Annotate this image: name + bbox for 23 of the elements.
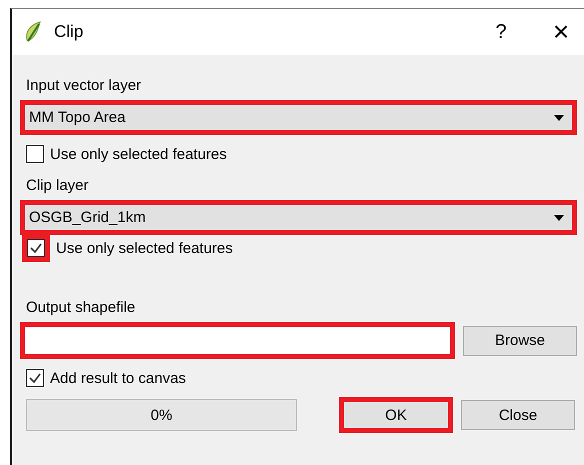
close-button[interactable]: × — [536, 16, 584, 48]
checkmark-icon — [28, 371, 42, 385]
browse-button[interactable]: Browse — [463, 326, 577, 356]
checkbox[interactable] — [26, 369, 44, 387]
layer-dropdown[interactable]: MM Topo Area — [20, 100, 577, 135]
field-label: Clip layer — [26, 177, 90, 194]
close-dialog-button[interactable]: Close — [461, 400, 575, 430]
field-label: Input vector layer — [26, 77, 142, 94]
checkbox-label: Use only selected features — [56, 240, 233, 256]
field-label: Output shapefile — [26, 299, 136, 316]
window-title: Clip — [54, 22, 84, 42]
output-path-field[interactable] — [20, 322, 455, 359]
caret-icon — [554, 214, 564, 220]
caret-icon — [554, 114, 564, 120]
ok-button[interactable]: OK — [339, 397, 453, 433]
checkbox[interactable] — [27, 239, 45, 257]
help-button[interactable]: ? — [476, 20, 526, 44]
progress-text: 0% — [150, 406, 172, 424]
checkbox-label: Add result to canvas — [50, 370, 186, 386]
checkmark-icon — [29, 241, 43, 255]
checkbox[interactable] — [26, 145, 44, 163]
layer-dropdown[interactable]: OSGB_Grid_1km — [20, 200, 577, 235]
checkbox-label: Use only selected features — [50, 146, 227, 162]
